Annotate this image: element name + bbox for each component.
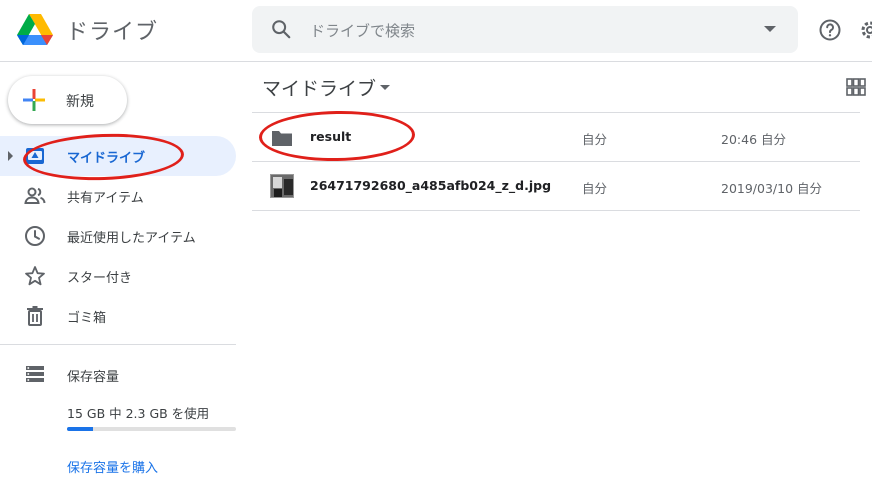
file-modified: 20:46 自分 xyxy=(721,132,786,147)
file-row-result[interactable]: result 自分 20:46 自分 xyxy=(252,113,860,162)
trash-icon xyxy=(27,306,43,326)
star-icon xyxy=(25,266,45,286)
file-owner: 自分 xyxy=(582,181,608,196)
folder-icon xyxy=(272,131,292,146)
sidebar-divider xyxy=(0,344,236,345)
app-name: ドライブ xyxy=(66,20,159,45)
storage-progress-bar xyxy=(67,427,236,431)
file-row-image[interactable]: 26471792680_a485afb024_z_d.jpg 自分 2019/0… xyxy=(252,162,860,211)
file-modified: 2019/03/10 自分 xyxy=(721,181,823,196)
sidebar-item-label: ゴミ箱 xyxy=(67,311,107,326)
sidebar-item-recent[interactable]: 最近使用したアイテム xyxy=(0,216,236,256)
search-bar[interactable]: ドライブで検索 xyxy=(252,6,798,53)
sidebar-item-label: スター付き xyxy=(67,271,133,286)
sidebar-item-starred[interactable]: スター付き xyxy=(0,256,236,296)
settings-gear-icon[interactable] xyxy=(858,18,872,42)
drive-logo-icon[interactable] xyxy=(17,13,53,45)
drive-app: ドライブ ドライブで検索 新規 マイドライブ 共有アイテム 最近使用したアイテム… xyxy=(0,0,872,483)
page-title[interactable]: マイドライブ xyxy=(262,74,376,101)
plus-icon xyxy=(23,89,45,111)
storage-progress-fill xyxy=(67,427,93,431)
my-drive-icon xyxy=(26,148,44,164)
sidebar-item-label: 共有アイテム xyxy=(67,191,144,206)
image-thumbnail-icon xyxy=(270,174,294,198)
new-button-label: 新規 xyxy=(66,94,94,110)
storage-label[interactable]: 保存容量 xyxy=(67,366,119,385)
search-options-icon[interactable] xyxy=(764,26,776,32)
sidebar-item-my-drive[interactable]: マイドライブ xyxy=(0,136,236,176)
file-owner: 自分 xyxy=(582,132,608,147)
search-input[interactable]: ドライブで検索 xyxy=(310,20,415,41)
file-name[interactable]: 26471792680_a485afb024_z_d.jpg xyxy=(310,178,551,193)
search-icon[interactable] xyxy=(270,18,292,40)
header: ドライブ ドライブで検索 xyxy=(0,0,872,62)
storage-icon xyxy=(26,366,44,382)
sidebar-item-trash[interactable]: ゴミ箱 xyxy=(0,296,236,336)
help-icon[interactable] xyxy=(818,18,842,42)
grid-view-icon[interactable] xyxy=(846,78,866,96)
buy-storage-link[interactable]: 保存容量を購入 xyxy=(67,457,158,476)
sidebar-item-shared[interactable]: 共有アイテム xyxy=(0,176,236,216)
sidebar-item-label: マイドライブ xyxy=(67,151,146,166)
sidebar-item-label: 最近使用したアイテム xyxy=(67,231,196,246)
expand-arrow-icon[interactable] xyxy=(8,151,13,161)
title-dropdown-icon[interactable] xyxy=(380,85,390,90)
new-button[interactable]: 新規 xyxy=(8,76,127,124)
shared-people-icon xyxy=(24,187,46,204)
storage-usage-text: 15 GB 中 2.3 GB を使用 xyxy=(67,406,210,421)
clock-icon xyxy=(25,226,45,246)
file-name[interactable]: result xyxy=(310,129,351,144)
